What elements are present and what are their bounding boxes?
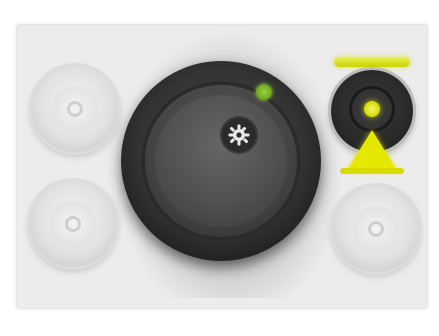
gear-icon [228, 124, 250, 146]
status-led-icon [256, 84, 272, 100]
knob-ring-icon [65, 216, 81, 232]
main-dial-face [155, 95, 287, 227]
highlight-bar [334, 57, 410, 67]
bottom-right-knob[interactable] [333, 186, 419, 272]
settings-button[interactable] [222, 118, 256, 152]
bottom-left-knob[interactable] [30, 181, 116, 267]
highlight-arrow-icon [346, 130, 398, 172]
button-indicator [364, 101, 380, 117]
knob-ring-icon [368, 221, 384, 237]
main-dial[interactable] [121, 61, 321, 261]
top-left-knob[interactable] [32, 66, 118, 152]
highlight-arrow-base [340, 168, 404, 174]
knob-ring-icon [67, 101, 83, 117]
